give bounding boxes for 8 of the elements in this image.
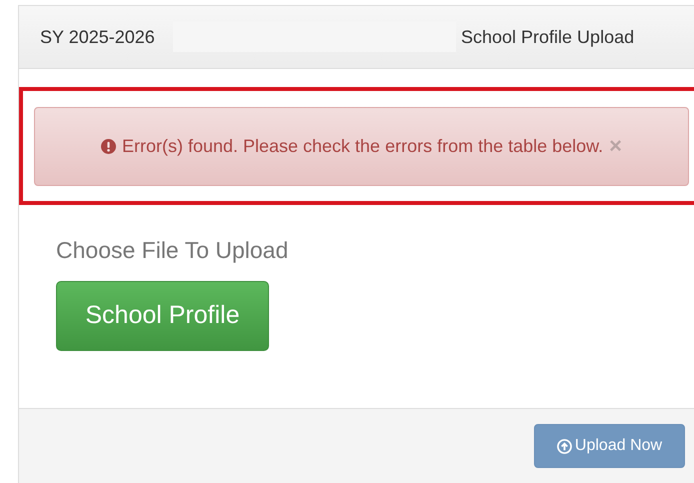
file-button[interactable]: School Profile xyxy=(56,280,269,350)
close-button[interactable]: × xyxy=(609,135,622,157)
error-message: Error(s) found. Please check the errors from the table below. xyxy=(122,134,604,158)
panel-title: School Profile Upload xyxy=(461,26,634,49)
upload-icon xyxy=(556,438,572,454)
school-year: SY 2025-2026 xyxy=(40,26,156,48)
exclamation-icon xyxy=(100,138,116,154)
upload-label: Choose File To Upload xyxy=(56,236,290,265)
